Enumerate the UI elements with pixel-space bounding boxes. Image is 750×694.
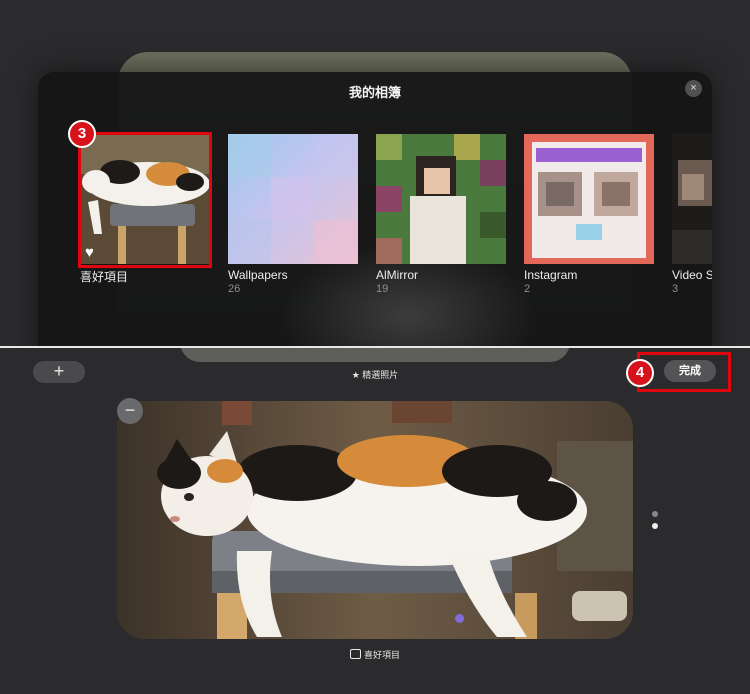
wallpaper-editor-panel: + ★ 精選照片 完成 4 − 喜好項目 bbox=[0, 348, 750, 694]
photo-source-label: 喜好項目 bbox=[0, 648, 750, 661]
album-picker-panel: 我的相簿 × ♥ 喜好項目 Wallpapers 26 AlMirror 19 … bbox=[0, 0, 750, 346]
album-instagram[interactable]: Instagram 2 bbox=[524, 134, 654, 295]
pixelated-thumbnail bbox=[672, 134, 712, 264]
position-dot bbox=[455, 614, 464, 623]
sheet-title: 我的相簿 bbox=[348, 85, 401, 100]
album-name: Video S bbox=[672, 268, 712, 282]
album-almirror[interactable]: AlMirror 19 bbox=[376, 134, 506, 295]
close-icon[interactable]: × bbox=[685, 80, 702, 97]
remove-photo-button[interactable]: − bbox=[117, 398, 143, 424]
album-count: 2 bbox=[524, 283, 531, 295]
album-thumbnail bbox=[672, 134, 712, 264]
page-indicator-dot[interactable] bbox=[652, 511, 658, 517]
album-wallpapers[interactable]: Wallpapers 26 bbox=[228, 134, 358, 295]
step-4-badge: 4 bbox=[626, 359, 654, 387]
album-count: 26 bbox=[228, 283, 241, 295]
page-indicator-dot-active[interactable] bbox=[652, 523, 658, 529]
photo-source-text: 喜好項目 bbox=[363, 650, 400, 660]
album-name: AlMirror bbox=[376, 268, 418, 282]
album-video[interactable]: Video S 3 bbox=[672, 134, 712, 295]
album-thumbnail bbox=[524, 134, 654, 264]
album-name: Instagram bbox=[524, 268, 578, 282]
step-3-highlight bbox=[78, 132, 212, 268]
pixelated-thumbnail bbox=[376, 134, 506, 264]
album-thumbnail bbox=[376, 134, 506, 264]
step-3-badge: 3 bbox=[68, 120, 96, 148]
cat-photo bbox=[117, 401, 633, 639]
album-name: Wallpapers bbox=[228, 268, 288, 282]
album-count: 19 bbox=[376, 283, 389, 295]
featured-photo-card[interactable] bbox=[117, 401, 633, 639]
album-count: 3 bbox=[672, 283, 679, 295]
pixelated-thumbnail bbox=[524, 134, 654, 264]
background-photo-strip bbox=[180, 348, 570, 362]
album-icon bbox=[349, 649, 361, 659]
pixelated-thumbnail bbox=[228, 134, 358, 264]
album-thumbnail bbox=[228, 134, 358, 264]
album-name: 喜好項目 bbox=[80, 270, 129, 284]
